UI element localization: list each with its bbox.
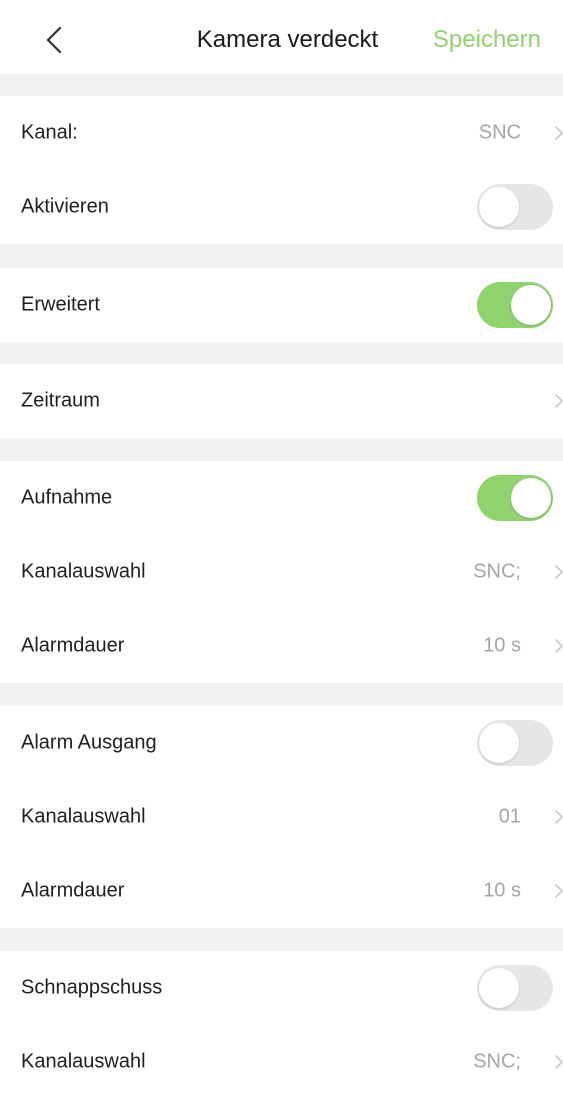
alarm-output-toggle[interactable] <box>477 720 553 766</box>
recording-row: Aufnahme <box>0 461 563 535</box>
recording-label: Aufnahme <box>21 486 113 509</box>
alarm-output-duration-value: 10 s <box>483 879 521 902</box>
chevron-right-icon <box>555 884 563 898</box>
settings-group-schedule: Zeitraum <box>0 364 563 438</box>
recording-alarm-duration-value: 10 s <box>483 634 521 657</box>
advanced-label: Erweitert <box>21 293 100 316</box>
activate-row: Aktivieren <box>0 170 563 244</box>
channel-row[interactable]: Kanal: SNC <box>0 96 563 170</box>
snapshot-channel-select-value: SNC; <box>473 1050 521 1073</box>
advanced-toggle[interactable] <box>477 282 553 328</box>
recording-alarm-duration-label: Alarmdauer <box>21 634 125 657</box>
recording-toggle[interactable] <box>477 475 553 521</box>
snapshot-toggle[interactable] <box>477 965 553 1011</box>
settings-group-channel: Kanal: SNC Aktivieren <box>0 96 563 244</box>
alarm-output-duration-row[interactable]: Alarmdauer 10 s <box>0 854 563 928</box>
snapshot-channel-select-row[interactable]: Kanalauswahl SNC; <box>0 1025 563 1099</box>
settings-screen: Kamera verdeckt Speichern Kanal: SNC Akt… <box>0 0 563 1103</box>
save-button[interactable]: Speichern <box>433 26 541 54</box>
chevron-right-icon <box>555 810 563 824</box>
toggle-knob <box>479 723 519 763</box>
channel-value: SNC <box>478 121 521 144</box>
toggle-knob <box>511 478 551 518</box>
settings-group-alarm-output: Alarm Ausgang Kanalauswahl 01 Alarmdauer… <box>0 706 563 928</box>
chevron-right-icon <box>555 126 563 140</box>
recording-channel-select-label: Kanalauswahl <box>21 560 146 583</box>
recording-channel-select-value: SNC; <box>473 560 521 583</box>
snapshot-channel-select-label: Kanalauswahl <box>21 1050 146 1073</box>
activate-toggle[interactable] <box>477 184 553 230</box>
schedule-label: Zeitraum <box>21 389 100 412</box>
navigation-bar: Kamera verdeckt Speichern <box>0 0 563 74</box>
alarm-output-label: Alarm Ausgang <box>21 731 157 754</box>
alarm-output-duration-label: Alarmdauer <box>21 879 125 902</box>
toggle-knob <box>511 285 551 325</box>
chevron-right-icon <box>555 1055 563 1069</box>
settings-group-advanced: Erweitert <box>0 268 563 342</box>
recording-channel-select-row[interactable]: Kanalauswahl SNC; <box>0 535 563 609</box>
snapshot-row: Schnappschuss <box>0 951 563 1025</box>
chevron-right-icon <box>555 394 563 408</box>
toggle-knob <box>479 968 519 1008</box>
alarm-output-channel-select-row[interactable]: Kanalauswahl 01 <box>0 780 563 854</box>
recording-alarm-duration-row[interactable]: Alarmdauer 10 s <box>0 609 563 683</box>
toggle-knob <box>479 187 519 227</box>
alarm-output-channel-select-label: Kanalauswahl <box>21 805 146 828</box>
settings-group-recording: Aufnahme Kanalauswahl SNC; Alarmdauer 10… <box>0 461 563 683</box>
snapshot-label: Schnappschuss <box>21 976 163 999</box>
chevron-right-icon <box>555 639 563 653</box>
alarm-output-row: Alarm Ausgang <box>0 706 563 780</box>
chevron-right-icon <box>555 565 563 579</box>
advanced-row: Erweitert <box>0 268 563 342</box>
schedule-row[interactable]: Zeitraum <box>0 364 563 438</box>
alarm-output-channel-select-value: 01 <box>498 805 521 828</box>
activate-label: Aktivieren <box>21 195 109 218</box>
settings-group-snapshot: Schnappschuss Kanalauswahl SNC; <box>0 951 563 1103</box>
channel-label: Kanal: <box>21 121 78 144</box>
